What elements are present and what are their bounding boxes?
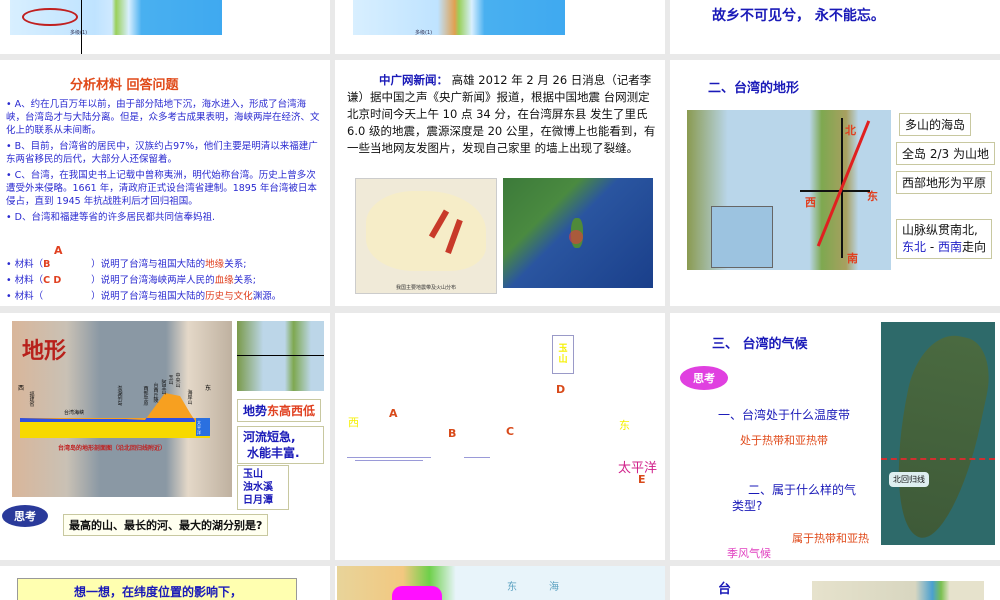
answer-2: 属于热带和亚热 xyxy=(792,532,869,545)
yushan-box: 玉山 xyxy=(552,335,574,374)
terrain-profile xyxy=(20,393,210,438)
mountain-text: 山脉纵贯南北, xyxy=(902,223,978,237)
question-box: 最高的山、最长的河、最大的湖分别是? xyxy=(63,514,269,536)
vertical-title: 台 xyxy=(718,582,732,597)
label-east: 东 xyxy=(205,385,212,392)
peak-label: 中央山 xyxy=(175,373,181,389)
mountain-trend-line xyxy=(816,120,871,247)
map-caption: 我国主要地震带及火山分布 xyxy=(395,285,456,291)
slide-10[interactable]: 想一想，在纬度位置的影响下， xyxy=(0,566,330,600)
label-c: C xyxy=(506,425,515,438)
question-2: 二、属于什么样的气 xyxy=(748,483,857,497)
rivers-box: 河流短急, 水能丰富. xyxy=(237,426,324,464)
label-north: 北 xyxy=(845,124,856,137)
label-e: E xyxy=(638,473,646,486)
answer-1: 处于热带和亚热带 xyxy=(740,434,828,447)
label-west: 西 xyxy=(348,416,359,429)
profile-caption: 台湾岛的地形剖面图（沿北回归线附近） xyxy=(58,445,167,452)
label-east: 东 xyxy=(619,419,630,432)
tropic-label: 北回归线 xyxy=(889,472,929,487)
slide-5[interactable]: 中广网新闻： 高雄 2012 年 2 月 26 日消息（记者李谦）据中国之声《央… xyxy=(335,60,665,306)
epicenter-marker xyxy=(569,230,583,244)
question-1: 一、台湾处于什么温度带 xyxy=(718,408,851,422)
peak-label: 澎湖列岛 xyxy=(117,386,123,407)
guide-line xyxy=(81,0,82,54)
fact-box-3: 西部地形为平原 xyxy=(896,171,993,194)
peak-label: 福建省 xyxy=(29,392,35,408)
answer-2-cont: 季风气候 xyxy=(727,547,771,560)
slide-12[interactable]: 台 xyxy=(670,566,1000,600)
taiwan-terrain-map: 北 西 东 南 xyxy=(687,110,891,270)
label-d: D xyxy=(556,383,566,396)
mini-map xyxy=(237,321,324,391)
map-image: 东 海 xyxy=(337,566,665,600)
prompt-box: 想一想，在纬度位置的影响下， xyxy=(17,578,297,600)
pacific-label: 太平洋 xyxy=(197,420,201,435)
slide-title: 分析材料 回答问题 xyxy=(70,78,179,93)
label-west: 西 xyxy=(18,385,25,392)
think-cloud: 思考 xyxy=(680,366,728,390)
label-a: A xyxy=(389,407,398,420)
question-2: 材料（C D）说明了台湾海峡两岸人民的血缘关系; xyxy=(6,274,326,287)
question-3: 材料（）说明了台湾与祖国大陆的历史与文化渊源。 xyxy=(6,290,326,303)
slide-title: 二、台湾的地形 xyxy=(708,81,800,96)
peak-label: 台西丘陵 xyxy=(153,383,159,404)
china-earthquake-map: 我国主要地震带及火山分布 xyxy=(355,178,497,294)
news-heading: 中广网新闻： xyxy=(379,73,448,87)
label-east: 东 xyxy=(867,190,878,203)
sea-line xyxy=(355,460,423,461)
label-west: 西 xyxy=(805,196,816,209)
material-a: A、约在几百万年以前，由于部分陆地下沉，海水进入，形成了台湾海峡，台湾岛才与大陆… xyxy=(6,98,324,137)
question-2-cont: 类型? xyxy=(732,499,763,513)
scale-label: 多级(1) xyxy=(415,30,433,36)
fact-box-1: 多山的海岛 xyxy=(899,113,972,136)
strait-label: 台湾海峡 xyxy=(64,410,85,416)
terrain-image xyxy=(812,581,984,600)
label-south: 南 xyxy=(847,252,858,265)
peak-label: 海岸山 xyxy=(187,390,193,406)
slide-8[interactable]: 玉山 D 西 A B C 东 太平洋 E xyxy=(335,313,665,560)
slide-4[interactable]: 分析材料 回答问题 A、约在几百万年以前，由于部分陆地下沉，海水进入，形成了台湾… xyxy=(0,60,330,306)
poem-text: 故乡不可见兮， 永不能忘。 xyxy=(712,8,885,24)
tropic-line xyxy=(881,458,995,460)
highlight-ellipse xyxy=(22,8,78,26)
slide-1[interactable]: 多级(1) xyxy=(0,0,330,54)
label-b: B xyxy=(448,427,457,440)
fact-box-2: 全岛 2/3 为山地 xyxy=(896,142,995,165)
slide-11[interactable]: 东 海 xyxy=(335,566,665,600)
slide-title: 三、 台湾的气候 xyxy=(712,337,808,352)
fact-box-4: 山脉纵贯南北, 东北 - 西南走向 xyxy=(896,219,993,259)
axis-ew xyxy=(800,190,870,192)
mountain-direction: 东北 - 西南走向 xyxy=(902,240,987,254)
slide-2[interactable]: 多级(1) xyxy=(335,0,665,54)
prompt-text: 想一想，在纬度位置的影响下， xyxy=(74,585,243,599)
material-c: C、台湾，在我国史书上记载中曾称夷洲，明代始称台湾。历史上曾多次遭受外来侵略。1… xyxy=(6,169,324,208)
slide-title: 地形 xyxy=(22,338,67,364)
answers-box: 玉山 浊水溪 日月潭 xyxy=(237,465,289,510)
peak-label: 阿里山 xyxy=(161,380,167,396)
map-image xyxy=(353,0,565,35)
sea-line xyxy=(347,457,431,458)
material-b: B、目前，台湾省的居民中，汉族约占97%，他们主要是明清以来福建广东两省移民的后… xyxy=(6,140,324,166)
slide-6[interactable]: 二、台湾的地形 北 西 东 南 多山的海岛 全岛 2/3 为山地 西部地形为平原… xyxy=(670,60,1000,306)
think-cloud: 思考 xyxy=(2,505,48,527)
slide-7[interactable]: 地形 福建省 澎湖列岛 西部平原 台西丘陵 阿里山 玉山 中央山 海岸山 西 东… xyxy=(0,313,330,560)
question-1: 材料（B）说明了台湾与祖国大陆的地缘关系; xyxy=(6,258,326,271)
satellite-map xyxy=(503,178,653,288)
slide-3[interactable]: 故乡不可见兮， 永不能忘。 xyxy=(670,0,1000,54)
material-d: D、台湾和福建等省的许多居民都共同信奉妈祖. xyxy=(6,211,324,224)
peak-label: 西部平原 xyxy=(143,386,149,407)
slide-9[interactable]: 三、 台湾的气候 思考 一、台湾处于什么温度带 处于热带和亚热带 二、属于什么样… xyxy=(670,313,1000,560)
scale-label: 多级(1) xyxy=(70,30,88,36)
taiwan-satellite-image: 北回归线 xyxy=(878,322,998,545)
sea-label: 海 xyxy=(549,582,559,593)
sea-label: 东 xyxy=(507,582,517,593)
terrain-box: 地势东高西低 xyxy=(237,399,322,422)
peak-label: 玉山 xyxy=(168,375,174,386)
answer-a: A xyxy=(54,244,63,257)
sea-line xyxy=(464,457,490,458)
